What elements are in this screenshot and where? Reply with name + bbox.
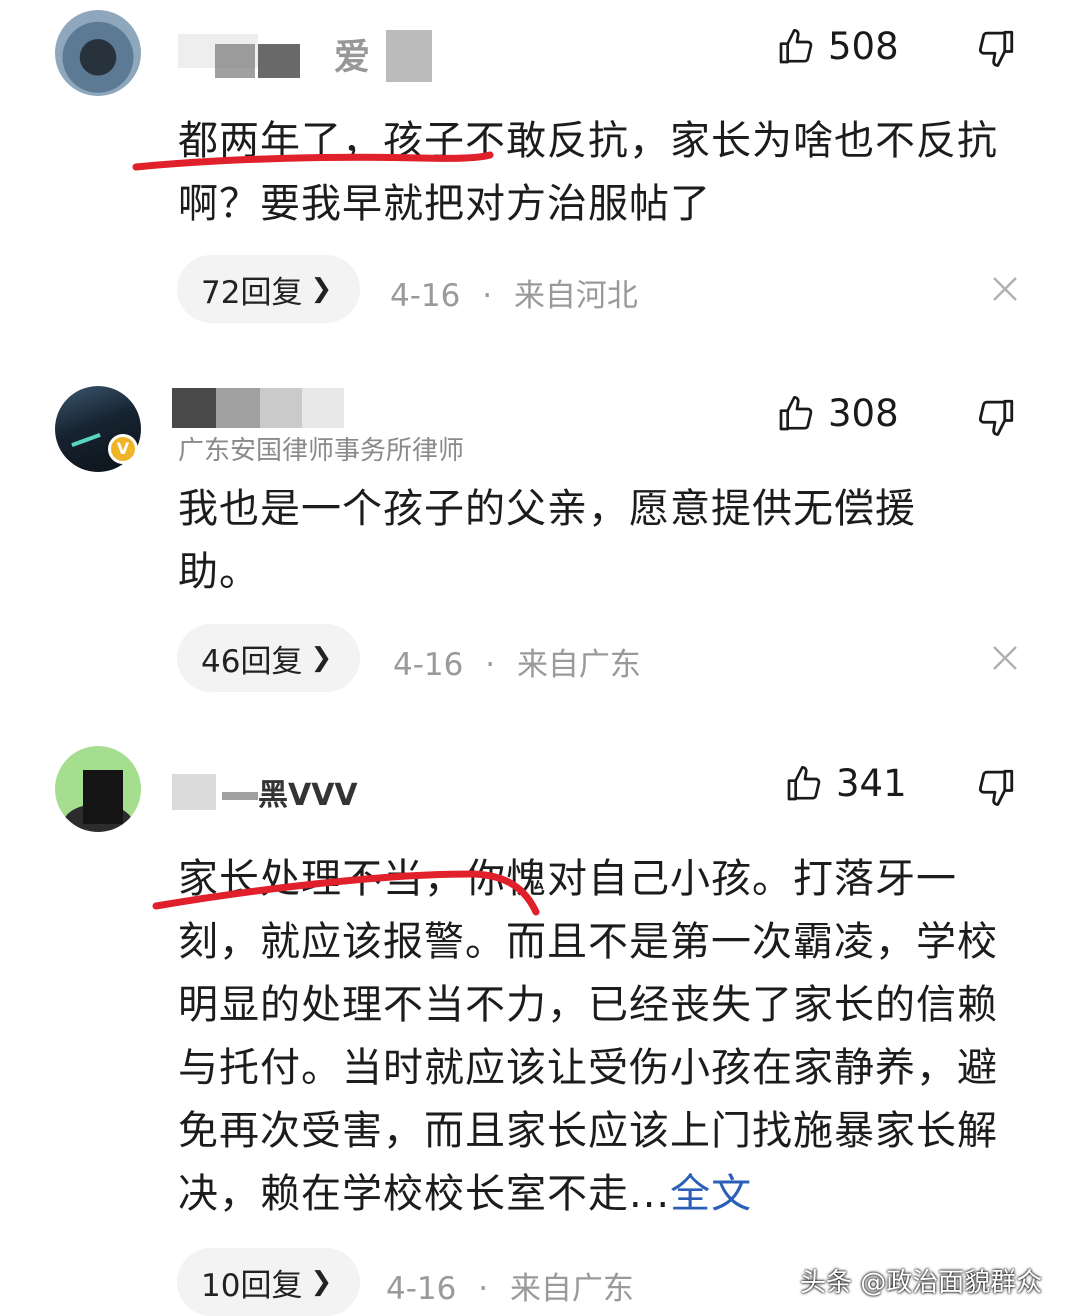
comment-text: 我也是一个孩子的父亲，愿意提供无偿援助。 — [178, 478, 978, 604]
like-button[interactable]: 308 — [776, 392, 899, 435]
username-blur — [215, 44, 255, 78]
comment-meta: 4-16 · 来自广东 — [386, 1263, 634, 1308]
like-button[interactable]: 341 — [784, 762, 907, 805]
username-blur — [222, 792, 258, 800]
replies-count: 46回复 — [201, 643, 303, 680]
comment-text-content: 我也是一个孩子的父亲，愿意提供无偿援助。 — [178, 486, 916, 595]
avatar-detail — [71, 432, 101, 448]
thumbs-up-icon — [779, 395, 813, 430]
like-button[interactable]: 508 — [776, 25, 899, 68]
comment-date: 4-16 — [390, 278, 461, 314]
thumbs-down-icon[interactable] — [975, 766, 1017, 808]
username-blur — [386, 30, 432, 82]
comment-date: 4-16 — [386, 1271, 457, 1307]
thumbs-up-icon — [779, 28, 813, 63]
close-icon[interactable] — [990, 274, 1020, 304]
avatar[interactable] — [55, 746, 141, 832]
comment-meta: 4-16 · 来自广东 — [393, 639, 641, 684]
username[interactable]: 黑VVV — [258, 770, 358, 814]
avatar[interactable] — [55, 10, 141, 96]
like-count: 308 — [828, 392, 899, 435]
comment-1: 爱 508 都两年了，孩子不敢反抗，家长为啥也不反抗啊？要我早就把对方治服帖了 … — [0, 0, 1079, 340]
replies-count: 72回复 — [201, 274, 303, 311]
chevron-right-icon: ❯ — [310, 274, 333, 304]
comment-date: 4-16 — [393, 647, 464, 683]
username-blur — [216, 388, 260, 428]
like-count: 341 — [836, 762, 907, 805]
read-more-link[interactable]: 全文 — [670, 1171, 752, 1217]
chevron-right-icon: ❯ — [310, 1267, 333, 1297]
username-blur — [258, 44, 300, 78]
username-blur — [302, 388, 344, 428]
comment-text: 都两年了，孩子不敢反抗，家长为啥也不反抗啊？要我早就把对方治服帖了 — [178, 110, 1028, 236]
comment-text-content: 都两年了，孩子不敢反抗，家长为啥也不反抗啊？要我早就把对方治服帖了 — [178, 118, 998, 227]
meta-separator: · — [478, 1271, 489, 1307]
replies-button[interactable]: 72回复 ❯ — [177, 255, 361, 323]
meta-separator: · — [485, 647, 496, 683]
comment-3: 黑VVV 341 家长处理不当，你愧对自己小孩。打落牙一刻，就应该报警。而且不是… — [0, 740, 1079, 1316]
like-count: 508 — [828, 25, 899, 68]
watermark: 头条 @政治面貌群众 — [800, 1268, 1043, 1298]
username-blur — [172, 774, 216, 810]
user-title: 广东安国律师事务所律师 — [178, 436, 465, 466]
username-blur — [260, 388, 302, 428]
comment-text-content: 家长处理不当，你愧对自己小孩。打落牙一刻，就应该报警。而且不是第一次霸凌，学校明… — [178, 856, 998, 1217]
replies-count: 10回复 — [201, 1267, 303, 1304]
meta-separator: · — [482, 278, 493, 314]
comment-location: 来自河北 — [513, 278, 638, 314]
replies-button[interactable]: 46回复 ❯ — [177, 624, 361, 692]
chevron-right-icon: ❯ — [310, 643, 333, 673]
verified-icon: V — [108, 434, 138, 464]
comment-location: 来自广东 — [509, 1271, 634, 1307]
thumbs-up-icon — [787, 765, 821, 800]
replies-button[interactable]: 10回复 ❯ — [177, 1248, 361, 1316]
avatar-detail — [83, 770, 123, 824]
thumbs-down-icon[interactable] — [975, 27, 1017, 69]
close-icon[interactable] — [990, 643, 1020, 673]
username-blur — [172, 388, 216, 428]
comment-text: 家长处理不当，你愧对自己小孩。打落牙一刻，就应该报警。而且不是第一次霸凌，学校明… — [178, 848, 1028, 1226]
comment-location: 来自广东 — [516, 647, 641, 683]
comment-meta: 4-16 · 来自河北 — [390, 270, 638, 315]
username[interactable]: 爱 — [334, 28, 370, 80]
comment-2: V 广东安国律师事务所律师 308 我也是一个孩子的父亲，愿意提供无偿援助。 4… — [0, 370, 1079, 700]
thumbs-down-icon[interactable] — [975, 396, 1017, 438]
